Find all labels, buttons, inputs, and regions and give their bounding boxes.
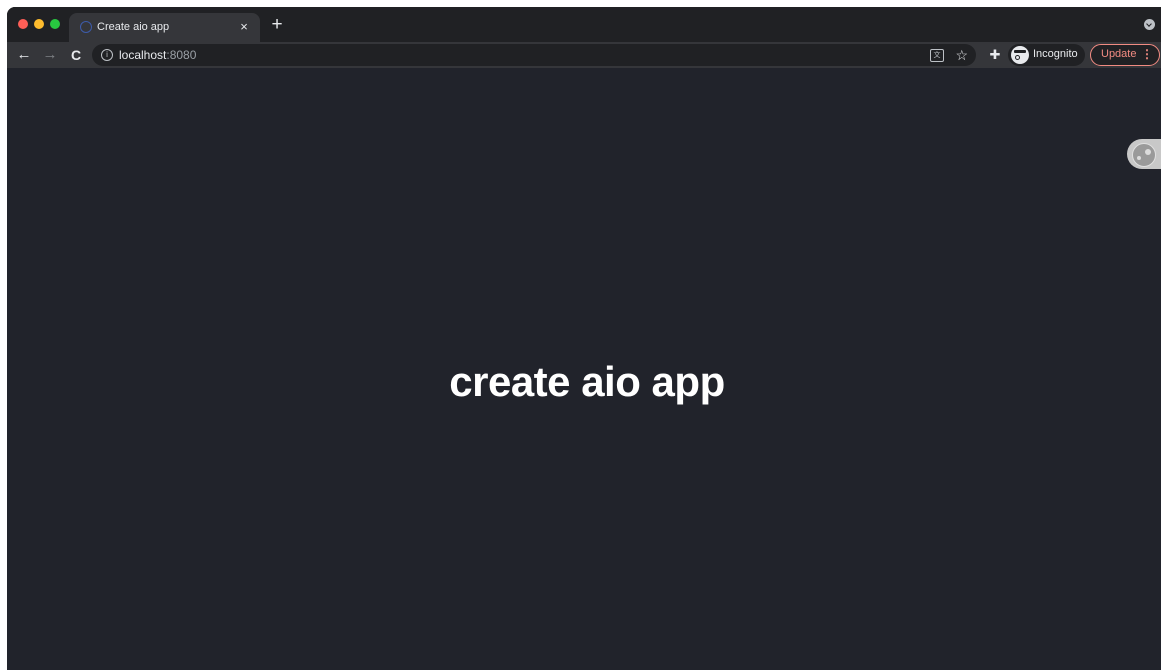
incognito-indicator[interactable]: Incognito bbox=[1008, 44, 1085, 66]
browser-window: Create aio app × + ← → C i localhost:808… bbox=[7, 7, 1161, 670]
address-bar[interactable]: i localhost:8080 文 ☆ bbox=[92, 44, 976, 66]
page-content: create aio app bbox=[7, 68, 1161, 670]
tab-close-button[interactable]: × bbox=[234, 17, 254, 37]
tab-title: Create aio app bbox=[97, 21, 170, 33]
url-text[interactable]: localhost:8080 bbox=[119, 48, 196, 62]
moon-icon bbox=[1132, 143, 1156, 167]
maximize-window-button[interactable] bbox=[50, 19, 60, 29]
back-button[interactable]: ← bbox=[12, 43, 36, 67]
browser-toolbar: ← → C i localhost:8080 文 ☆ ✚ Incognito U… bbox=[7, 42, 1161, 68]
url-host: localhost bbox=[119, 48, 167, 62]
update-button[interactable]: Update ⋮ bbox=[1090, 44, 1160, 66]
page-heading: create aio app bbox=[449, 358, 725, 405]
incognito-icon bbox=[1011, 46, 1029, 64]
update-label: Update bbox=[1101, 48, 1137, 60]
browser-menu-icon[interactable]: ⋮ bbox=[1141, 47, 1153, 61]
site-info-icon[interactable]: i bbox=[101, 49, 113, 61]
tab-strip: Create aio app × + bbox=[7, 7, 1161, 42]
url-port: :8080 bbox=[166, 48, 197, 62]
reload-button[interactable]: C bbox=[64, 43, 88, 67]
new-tab-button[interactable]: + bbox=[266, 14, 288, 36]
side-extension-widget[interactable] bbox=[1127, 139, 1161, 169]
minimize-window-button[interactable] bbox=[34, 19, 44, 29]
extensions-puzzle-icon[interactable]: ✚ bbox=[986, 45, 1004, 65]
tab-create-aio-app[interactable]: Create aio app × bbox=[69, 13, 260, 42]
aio-logo-icon bbox=[80, 21, 92, 33]
tab-search-icon[interactable] bbox=[1144, 19, 1155, 30]
incognito-label: Incognito bbox=[1033, 48, 1078, 60]
translate-icon[interactable]: 文 bbox=[930, 49, 944, 62]
close-window-button[interactable] bbox=[18, 19, 28, 29]
bookmark-star-icon[interactable]: ☆ bbox=[955, 45, 968, 65]
forward-button[interactable]: → bbox=[38, 43, 62, 67]
